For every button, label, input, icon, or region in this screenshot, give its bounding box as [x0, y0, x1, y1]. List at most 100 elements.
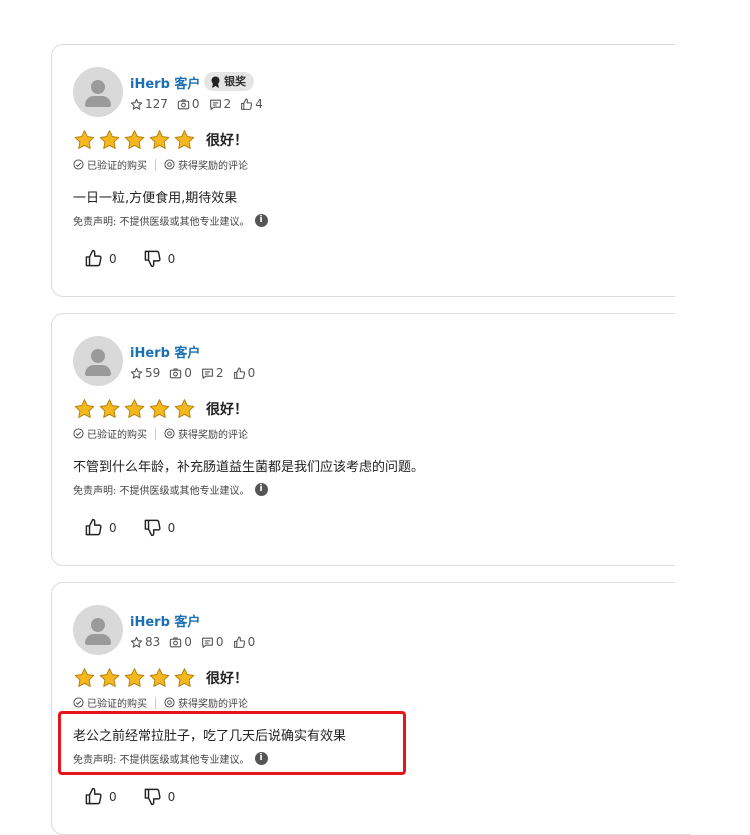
star-icon — [149, 130, 170, 149]
thumbs-up-icon — [85, 518, 102, 536]
thumbs-up-outline-icon — [241, 98, 253, 110]
unhelpful-count: 0 — [167, 520, 176, 535]
rewarded-label: 获得奖励的评论 — [178, 699, 248, 710]
award-ribbon-icon — [211, 76, 220, 88]
star-icon — [124, 668, 145, 687]
comment-icon — [209, 99, 221, 110]
star-rating: 很好！ — [73, 398, 248, 420]
vote-row: 0 0 — [84, 787, 175, 806]
rewarded-label: 获得奖励的评论 — [178, 161, 248, 172]
star-icon — [174, 668, 195, 687]
verified-label: 已验证的购买 — [87, 699, 147, 710]
reviewer-name[interactable]: iHerb 客户 — [130, 611, 200, 630]
like-count: 4 — [255, 97, 263, 111]
star-count: 127 — [145, 97, 168, 111]
reviewer-stats: 83 0 0 0 — [130, 635, 255, 649]
review-body: 一日一粒,方便食用,期待效果 — [73, 191, 238, 206]
comment-icon — [202, 637, 213, 648]
star-rating: 很好！ — [73, 667, 248, 689]
like-count: 0 — [247, 366, 256, 380]
star-icon — [174, 399, 195, 418]
reviewer-badge: 银奖 — [204, 72, 254, 91]
helpful-button[interactable]: 0 — [84, 518, 117, 537]
user-avatar-icon — [73, 336, 123, 386]
star-stat: 127 — [130, 97, 168, 111]
reviewer-name[interactable]: iHerb 客户 — [130, 73, 200, 92]
rewarded-label: 获得奖励的评论 — [178, 430, 248, 441]
review-card: iHerb 客户 59 0 2 0 很好！ 已验证的购买 获得奖励的评论 不管到… — [51, 313, 691, 566]
review-card: iHerb 客户 银奖 127 0 2 4 很好！ 已验证的购买 获得奖励的评论… — [51, 44, 691, 297]
reviewer-stats: 127 0 2 4 — [130, 97, 263, 111]
review-card: iHerb 客户 83 0 0 0 很好！ 已验证的购买 获得奖励的评论 老公之… — [51, 582, 691, 835]
rewarded-review[interactable]: 获得奖励的评论 — [164, 695, 248, 710]
star-rating: 很好！ — [73, 129, 248, 151]
comment-count: 0 — [215, 635, 224, 649]
unhelpful-button[interactable]: 0 — [143, 518, 176, 537]
reviewer-stats: 59 0 2 0 — [130, 366, 255, 380]
unhelpful-button[interactable]: 0 — [143, 249, 175, 268]
star-outline-icon — [130, 98, 143, 110]
star-icon — [99, 399, 120, 418]
rewarded-review[interactable]: 获得奖励的评论 — [164, 157, 248, 172]
check-circle-icon — [73, 697, 84, 708]
review-body: 不管到什么年龄，补充肠道益生菌都是我们应该考虑的问题。 — [73, 460, 425, 475]
disclaimer: 免责声明: 不提供医级或其他专业建议。 i — [73, 213, 268, 228]
check-circle-icon — [73, 428, 84, 439]
verification-row: 已验证的购买 获得奖励的评论 — [73, 695, 248, 710]
camera-icon — [177, 98, 190, 109]
star-icon — [124, 399, 145, 418]
divider — [155, 427, 156, 440]
rewarded-review[interactable]: 获得奖励的评论 — [164, 426, 248, 441]
info-icon[interactable]: i — [254, 214, 268, 227]
divider — [155, 696, 156, 709]
star-count: 59 — [145, 366, 161, 380]
content-clip — [675, 0, 750, 834]
unhelpful-button[interactable]: 0 — [143, 787, 176, 806]
star-stat: 83 — [130, 635, 160, 649]
comment-count: 2 — [223, 97, 232, 111]
like-stat: 4 — [240, 97, 263, 111]
check-circle-icon — [73, 159, 84, 170]
helpful-button[interactable]: 0 — [84, 249, 117, 268]
photo-count: 0 — [184, 366, 192, 380]
reward-circle-icon — [164, 697, 175, 708]
star-icon — [174, 130, 195, 149]
verified-label: 已验证的购买 — [87, 430, 147, 441]
info-icon[interactable]: i — [254, 483, 268, 496]
verification-row: 已验证的购买 获得奖励的评论 — [73, 426, 248, 441]
reviewer-name[interactable]: iHerb 客户 — [130, 342, 200, 361]
thumbs-down-icon — [144, 519, 161, 537]
disclaimer-text: 免责声明: 不提供医级或其他专业建议。 — [73, 217, 250, 228]
star-count: 83 — [145, 635, 161, 649]
like-stat: 0 — [233, 635, 255, 649]
thumbs-up-outline-icon — [233, 367, 245, 379]
photo-count: 0 — [184, 635, 192, 649]
star-icon — [149, 668, 170, 687]
vote-row: 0 0 — [84, 249, 175, 268]
unhelpful-count: 0 — [167, 789, 176, 804]
helpful-count: 0 — [109, 789, 117, 804]
thumbs-up-icon — [85, 249, 102, 267]
review-title: 很好！ — [206, 133, 248, 149]
comment-stat: 2 — [201, 366, 224, 380]
thumbs-down-icon — [144, 250, 161, 268]
comment-stat: 0 — [201, 635, 224, 649]
photo-stat: 0 — [169, 635, 192, 649]
photo-stat: 0 — [177, 97, 200, 111]
user-avatar-icon — [73, 67, 123, 117]
reward-circle-icon — [164, 428, 175, 439]
comment-count: 2 — [215, 366, 224, 380]
star-outline-icon — [130, 367, 143, 379]
photo-stat: 0 — [169, 366, 192, 380]
verification-row: 已验证的购买 获得奖励的评论 — [73, 157, 248, 172]
reward-circle-icon — [164, 159, 175, 170]
camera-icon — [170, 367, 182, 378]
helpful-button[interactable]: 0 — [84, 787, 117, 806]
camera-icon — [170, 636, 182, 647]
disclaimer: 免责声明: 不提供医级或其他专业建议。 i — [73, 482, 268, 497]
verified-purchase: 已验证的购买 — [73, 426, 147, 441]
comment-stat: 2 — [209, 97, 232, 111]
star-icon — [74, 399, 95, 418]
review-title: 很好！ — [206, 671, 248, 687]
star-icon — [74, 668, 95, 687]
